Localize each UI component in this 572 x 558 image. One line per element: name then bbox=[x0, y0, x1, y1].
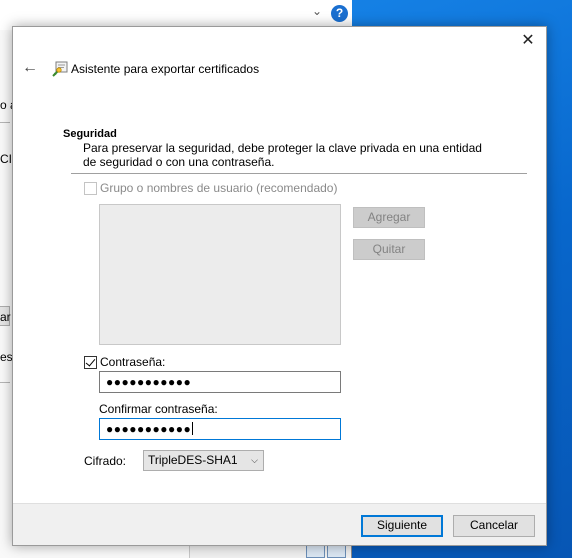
dialog-footer: Siguiente Cancelar bbox=[13, 503, 546, 545]
group-option-label: Grupo o nombres de usuario (recomendado) bbox=[100, 181, 338, 195]
background-text-fragment: CI bbox=[0, 152, 12, 166]
chevron-down-icon[interactable]: ⌄ bbox=[312, 4, 322, 18]
tiles-view-icon[interactable] bbox=[327, 544, 346, 558]
encryption-selected: TripleDES-SHA1 bbox=[148, 453, 238, 467]
confirm-password-label: Confirmar contraseña: bbox=[99, 402, 218, 416]
section-separator bbox=[71, 173, 527, 174]
confirm-password-field[interactable]: ●●●●●●●●●●● bbox=[99, 418, 341, 440]
password-value: ●●●●●●●●●●● bbox=[106, 375, 192, 389]
next-button[interactable]: Siguiente bbox=[361, 515, 443, 537]
section-description: Para preservar la seguridad, debe proteg… bbox=[83, 141, 482, 169]
add-button[interactable]: Agregar bbox=[353, 207, 425, 228]
password-checkbox[interactable] bbox=[84, 355, 97, 369]
remove-button[interactable]: Quitar bbox=[353, 239, 425, 260]
user-list[interactable] bbox=[99, 204, 341, 345]
back-arrow-icon: ← bbox=[22, 59, 38, 76]
close-icon: ✕ bbox=[521, 32, 535, 49]
background-text-fragment: ar bbox=[0, 310, 11, 324]
chevron-down-icon: ⌵ bbox=[251, 455, 258, 465]
group-option[interactable]: Grupo o nombres de usuario (recomendado) bbox=[84, 181, 337, 195]
cancel-button[interactable]: Cancelar bbox=[453, 515, 535, 537]
details-view-icon[interactable] bbox=[306, 544, 325, 558]
password-label: Contraseña: bbox=[100, 355, 166, 369]
password-option[interactable]: Contraseña: bbox=[84, 355, 165, 369]
encryption-label: Cifrado: bbox=[84, 454, 127, 468]
background-text-fragment: es bbox=[0, 350, 13, 364]
back-button[interactable]: ← bbox=[21, 60, 39, 78]
close-button[interactable]: ✕ bbox=[516, 31, 540, 51]
text-caret bbox=[192, 422, 194, 435]
help-icon[interactable]: ? bbox=[331, 5, 348, 22]
certificate-wizard-icon bbox=[52, 61, 68, 77]
certificate-export-dialog: ✕ ← Asistente para exportar certificados… bbox=[12, 26, 547, 546]
password-field[interactable]: ●●●●●●●●●●● bbox=[99, 371, 341, 393]
background-divider bbox=[0, 382, 10, 383]
section-title: Seguridad bbox=[63, 128, 117, 140]
background-divider bbox=[0, 122, 10, 123]
background-view-icons[interactable] bbox=[306, 544, 346, 558]
checkmark-icon bbox=[85, 355, 96, 367]
confirm-password-value: ●●●●●●●●●●● bbox=[106, 422, 192, 436]
encryption-select[interactable]: TripleDES-SHA1 ⌵ bbox=[143, 450, 264, 471]
wizard-title: Asistente para exportar certificados bbox=[71, 62, 260, 76]
group-checkbox[interactable] bbox=[84, 181, 97, 195]
